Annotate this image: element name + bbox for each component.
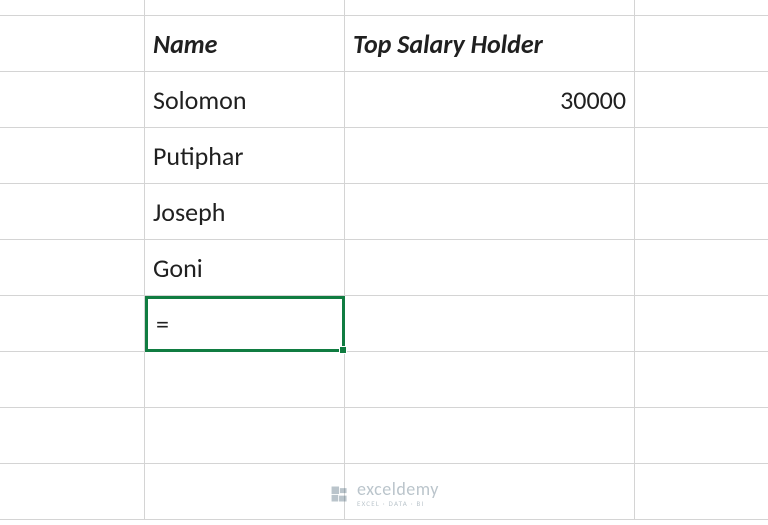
empty-cell[interactable] (635, 16, 768, 72)
column-header-salary[interactable]: Top Salary Holder (345, 16, 635, 72)
empty-cell[interactable] (635, 352, 768, 408)
cell-value: Putiphar (153, 140, 243, 172)
empty-cell[interactable] (0, 240, 145, 296)
empty-cell[interactable] (345, 352, 635, 408)
cell-value: Solomon (153, 84, 246, 116)
empty-cell[interactable] (0, 72, 145, 128)
empty-cell[interactable] (0, 128, 145, 184)
formula-input: = (156, 308, 169, 340)
empty-cell[interactable] (0, 352, 145, 408)
empty-cell[interactable] (145, 464, 345, 520)
active-cell[interactable]: = (145, 296, 345, 352)
empty-cell[interactable] (635, 240, 768, 296)
empty-cell[interactable] (0, 296, 145, 352)
watermark-tagline: EXCEL · DATA · BI (357, 500, 439, 507)
data-cell-salary[interactable]: 30000 (345, 72, 635, 128)
data-cell-salary[interactable] (345, 184, 635, 240)
spreadsheet-grid[interactable]: Name Top Salary Holder Solomon 30000 Put… (0, 0, 768, 525)
watermark-text: exceldemy EXCEL · DATA · BI (357, 480, 439, 507)
data-cell-name[interactable]: Solomon (145, 72, 345, 128)
logo-icon (329, 484, 349, 504)
data-cell-salary[interactable] (345, 128, 635, 184)
empty-cell[interactable] (635, 408, 768, 464)
empty-cell[interactable] (635, 128, 768, 184)
empty-cell[interactable] (635, 464, 768, 520)
empty-cell[interactable] (635, 184, 768, 240)
empty-cell[interactable] (345, 408, 635, 464)
empty-cell[interactable] (0, 184, 145, 240)
empty-cell[interactable] (145, 352, 345, 408)
empty-cell[interactable] (145, 408, 345, 464)
empty-cell[interactable] (635, 296, 768, 352)
header-text: Name (153, 28, 217, 60)
data-cell-salary[interactable] (345, 240, 635, 296)
watermark: exceldemy EXCEL · DATA · BI (329, 480, 439, 507)
watermark-brand: exceldemy (357, 480, 439, 498)
data-cell-name[interactable]: Putiphar (145, 128, 345, 184)
empty-cell[interactable] (0, 16, 145, 72)
empty-cell[interactable] (0, 0, 145, 16)
fill-handle[interactable] (339, 346, 347, 354)
cell-value: Joseph (153, 196, 225, 228)
data-cell-name[interactable]: Goni (145, 240, 345, 296)
column-header-name[interactable]: Name (145, 16, 345, 72)
cell-value: Goni (153, 252, 203, 284)
header-text: Top Salary Holder (353, 28, 543, 60)
empty-cell[interactable] (145, 0, 345, 16)
empty-cell[interactable] (635, 72, 768, 128)
empty-cell[interactable] (0, 408, 145, 464)
data-cell-name[interactable]: Joseph (145, 184, 345, 240)
empty-cell[interactable] (0, 464, 145, 520)
empty-cell[interactable] (635, 0, 768, 16)
empty-cell[interactable] (345, 0, 635, 16)
cell-value: 30000 (560, 84, 626, 116)
data-cell-salary[interactable] (345, 296, 635, 352)
